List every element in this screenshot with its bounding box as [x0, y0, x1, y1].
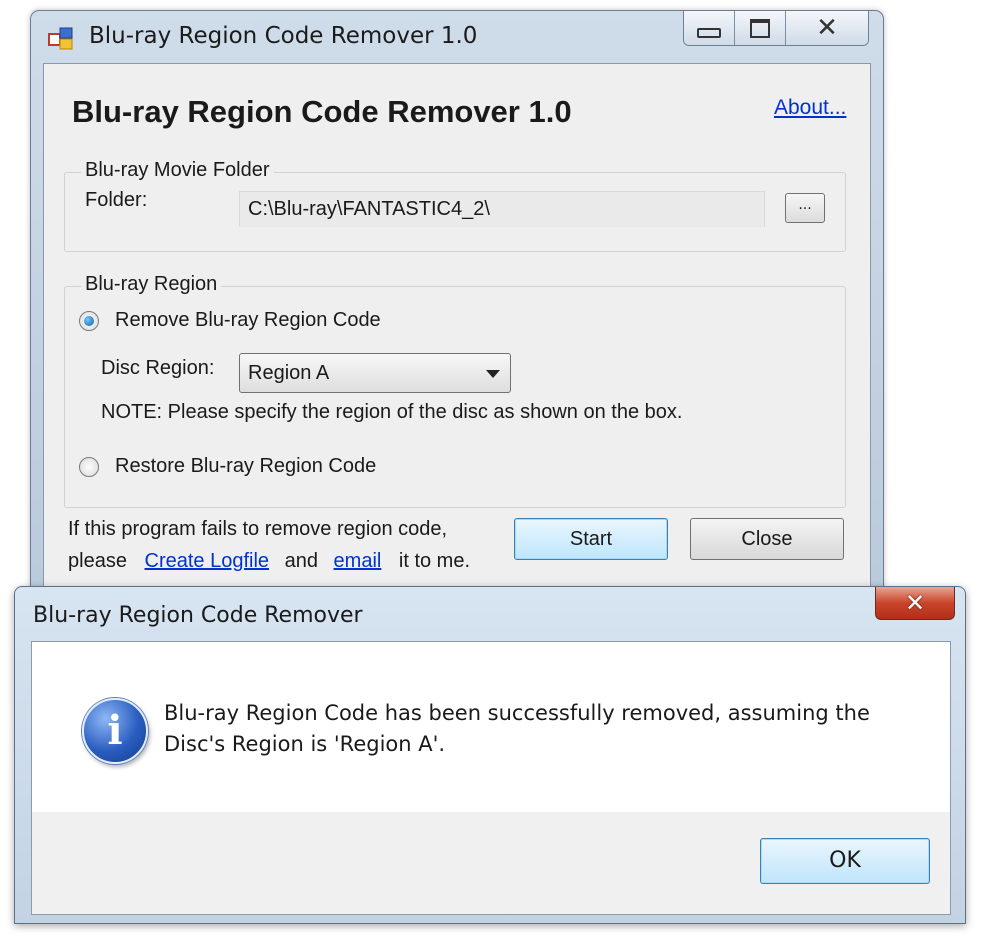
message-box-close-button[interactable]: ✕ [875, 587, 955, 620]
maximize-button[interactable] [734, 11, 785, 45]
maximize-icon [750, 18, 770, 38]
browse-button[interactable]: ... [785, 193, 825, 223]
footer-tail: it to me. [398, 550, 471, 572]
restore-region-option[interactable]: Restore Blu-ray Region Code [79, 455, 376, 478]
ok-button[interactable]: OK [760, 838, 930, 884]
info-icon: i [82, 698, 148, 764]
app-heading: Blu-ray Region Code Remover 1.0 [72, 94, 572, 129]
disc-region-value: Region A [248, 362, 330, 384]
message-line-2: Disc's Region is 'Region A'. [164, 732, 446, 756]
radio-selected-dot [84, 315, 94, 326]
close-icon: ✕ [904, 589, 926, 617]
main-window: Blu-ray Region Code Remover 1.0 ✕ Blu-ra… [30, 10, 884, 613]
app-icon [48, 25, 74, 51]
region-legend: Blu-ray Region [81, 273, 222, 296]
title-bar[interactable]: Blu-ray Region Code Remover 1.0 ✕ [31, 11, 883, 63]
close-window-button[interactable]: ✕ [785, 11, 868, 45]
close-icon: ✕ [816, 13, 838, 43]
email-link[interactable]: email [334, 550, 382, 572]
message-box-title: Blu-ray Region Code Remover [33, 603, 363, 628]
minimize-icon [697, 28, 721, 38]
close-button[interactable]: Close [690, 518, 844, 560]
remove-region-option[interactable]: Remove Blu-ray Region Code [79, 309, 381, 332]
folder-path-field[interactable]: C:\Blu-ray\FANTASTIC4_2\ [239, 191, 765, 227]
footer-line1: If this program fails to remove region c… [68, 518, 448, 540]
movie-folder-group: Blu-ray Movie Folder Folder: C:\Blu-ray\… [64, 159, 846, 252]
region-note: NOTE: Please specify the region of the d… [101, 401, 683, 423]
window-title: Blu-ray Region Code Remover 1.0 [89, 23, 478, 49]
start-button[interactable]: Start [514, 518, 668, 560]
message-box-body: i Blu-ray Region Code has been successfu… [32, 642, 950, 812]
disc-region-select[interactable]: Region A [239, 353, 511, 393]
message-box: Blu-ray Region Code Remover ✕ i Blu-ray … [14, 586, 966, 924]
remove-region-label: Remove Blu-ray Region Code [115, 309, 381, 331]
message-line-1: Blu-ray Region Code has been successfull… [164, 701, 870, 725]
main-client-area: Blu-ray Region Code Remover 1.0 About...… [43, 63, 871, 613]
footer-and: and [284, 550, 318, 572]
movie-folder-legend: Blu-ray Movie Folder [81, 159, 274, 182]
caption-buttons: ✕ [683, 11, 869, 46]
remove-region-radio[interactable] [79, 310, 99, 331]
minimize-button[interactable] [684, 11, 734, 45]
disc-region-label: Disc Region: [101, 357, 215, 379]
message-box-client: i Blu-ray Region Code has been successfu… [31, 641, 951, 915]
footer-please: please [68, 550, 127, 572]
folder-label: Folder: [85, 189, 148, 211]
about-link[interactable]: About... [774, 96, 846, 120]
footer-line2: please Create Logfile and email it to me… [68, 550, 470, 573]
message-text: Blu-ray Region Code has been successfull… [164, 698, 870, 760]
restore-region-radio[interactable] [79, 456, 99, 477]
restore-region-label: Restore Blu-ray Region Code [115, 455, 377, 477]
chevron-down-icon [486, 370, 500, 378]
region-group: Blu-ray Region Remove Blu-ray Region Cod… [64, 273, 846, 508]
create-logfile-link[interactable]: Create Logfile [145, 550, 270, 572]
